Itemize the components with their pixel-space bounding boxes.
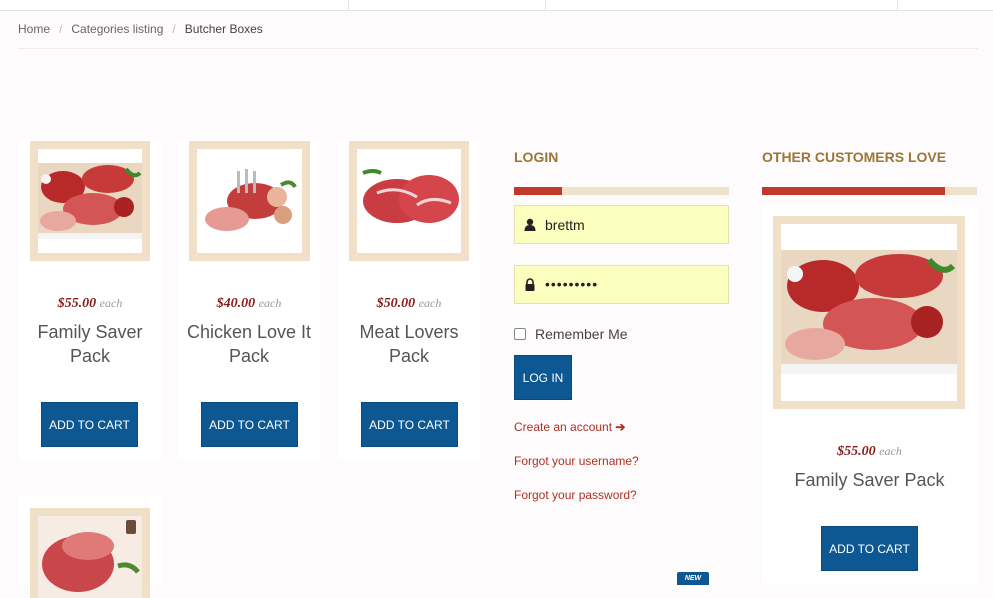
password-field[interactable]: ••••••••• — [514, 265, 729, 304]
price-amount: $55.00 — [837, 444, 876, 459]
nav-separator — [545, 0, 546, 11]
breadcrumb: Home / Categories listing / Butcher Boxe… — [18, 22, 263, 36]
chicken-meat-image — [197, 149, 302, 253]
recommended-product-card: $55.00 each Family Saver Pack ADD TO CAR… — [762, 205, 977, 585]
arrow-right-icon: ➔ — [615, 420, 626, 434]
nav-separator — [348, 0, 349, 11]
create-account-link[interactable]: Create an account ➔ — [514, 420, 625, 434]
product-price: $50.00 each — [338, 296, 480, 312]
breadcrumb-categories[interactable]: Categories listing — [71, 22, 163, 36]
login-title: LOGIN — [514, 149, 559, 165]
product-card: $50.00 each Meat Lovers Pack ADD TO CART — [338, 140, 480, 460]
product-image — [357, 149, 461, 253]
login-title-underline — [514, 187, 729, 195]
product-image-frame[interactable] — [30, 141, 150, 261]
new-badge: NEW — [677, 572, 709, 585]
product-name[interactable]: Chicken Love It Pack — [178, 320, 320, 368]
price-unit: each — [99, 296, 123, 310]
forgot-password-link[interactable]: Forgot your password? — [514, 488, 637, 502]
underline-accent — [514, 187, 562, 195]
underline-accent — [762, 187, 945, 195]
product-name[interactable]: Meat Lovers Pack — [338, 320, 480, 368]
raw-meat-image — [38, 516, 142, 598]
product-image-frame[interactable] — [189, 141, 310, 261]
product-price: $55.00 each — [762, 444, 977, 460]
meat-platter-image — [38, 163, 142, 239]
create-account-label: Create an account — [514, 420, 613, 434]
user-icon — [524, 218, 536, 231]
breadcrumb-divider: / — [172, 22, 176, 36]
nav-separator — [897, 0, 898, 11]
price-unit: each — [879, 444, 902, 458]
product-name[interactable]: Family Saver Pack — [19, 320, 161, 368]
breadcrumb-divider: / — [59, 22, 63, 36]
product-image-frame[interactable] — [773, 216, 965, 409]
price-amount: $55.00 — [57, 296, 97, 311]
username-value: brettm — [545, 217, 585, 233]
top-navigation — [0, 0, 993, 11]
breadcrumb-divider-line — [18, 48, 978, 49]
login-button[interactable]: LOG IN — [514, 355, 572, 400]
breadcrumb-home[interactable]: Home — [18, 22, 50, 36]
product-card: $40.00 each Chicken Love It Pack ADD TO … — [178, 140, 320, 460]
product-price: $40.00 each — [178, 296, 320, 312]
remember-label: Remember Me — [535, 326, 628, 342]
product-card: $55.00 each Family Saver Pack ADD TO CAR… — [19, 140, 161, 460]
add-to-cart-button[interactable]: ADD TO CART — [821, 526, 918, 571]
other-customers-title: OTHER CUSTOMERS LOVE — [762, 149, 947, 165]
remember-checkbox[interactable] — [514, 328, 526, 340]
lock-icon — [525, 278, 535, 291]
product-price: $55.00 each — [19, 296, 161, 312]
product-image — [38, 516, 142, 598]
product-card — [19, 495, 161, 598]
price-amount: $40.00 — [216, 296, 256, 311]
remember-me[interactable]: Remember Me — [514, 326, 628, 342]
add-to-cart-button[interactable]: ADD TO CART — [361, 402, 458, 447]
forgot-username-link[interactable]: Forgot your username? — [514, 454, 639, 468]
add-to-cart-button[interactable]: ADD TO CART — [201, 402, 298, 447]
product-image — [197, 149, 302, 253]
price-unit: each — [258, 296, 282, 310]
add-to-cart-button[interactable]: ADD TO CART — [41, 402, 138, 447]
price-amount: $50.00 — [376, 296, 416, 311]
product-image — [38, 149, 142, 253]
breadcrumb-current: Butcher Boxes — [184, 22, 263, 36]
meat-platter-image — [781, 224, 957, 401]
username-field[interactable]: brettm — [514, 205, 729, 244]
password-value: ••••••••• — [545, 276, 599, 292]
other-title-underline — [762, 187, 977, 195]
product-image — [781, 224, 957, 401]
product-image-frame[interactable] — [349, 141, 469, 261]
product-name[interactable]: Family Saver Pack — [762, 468, 977, 492]
price-unit: each — [418, 296, 442, 310]
steaks-image — [357, 149, 461, 253]
